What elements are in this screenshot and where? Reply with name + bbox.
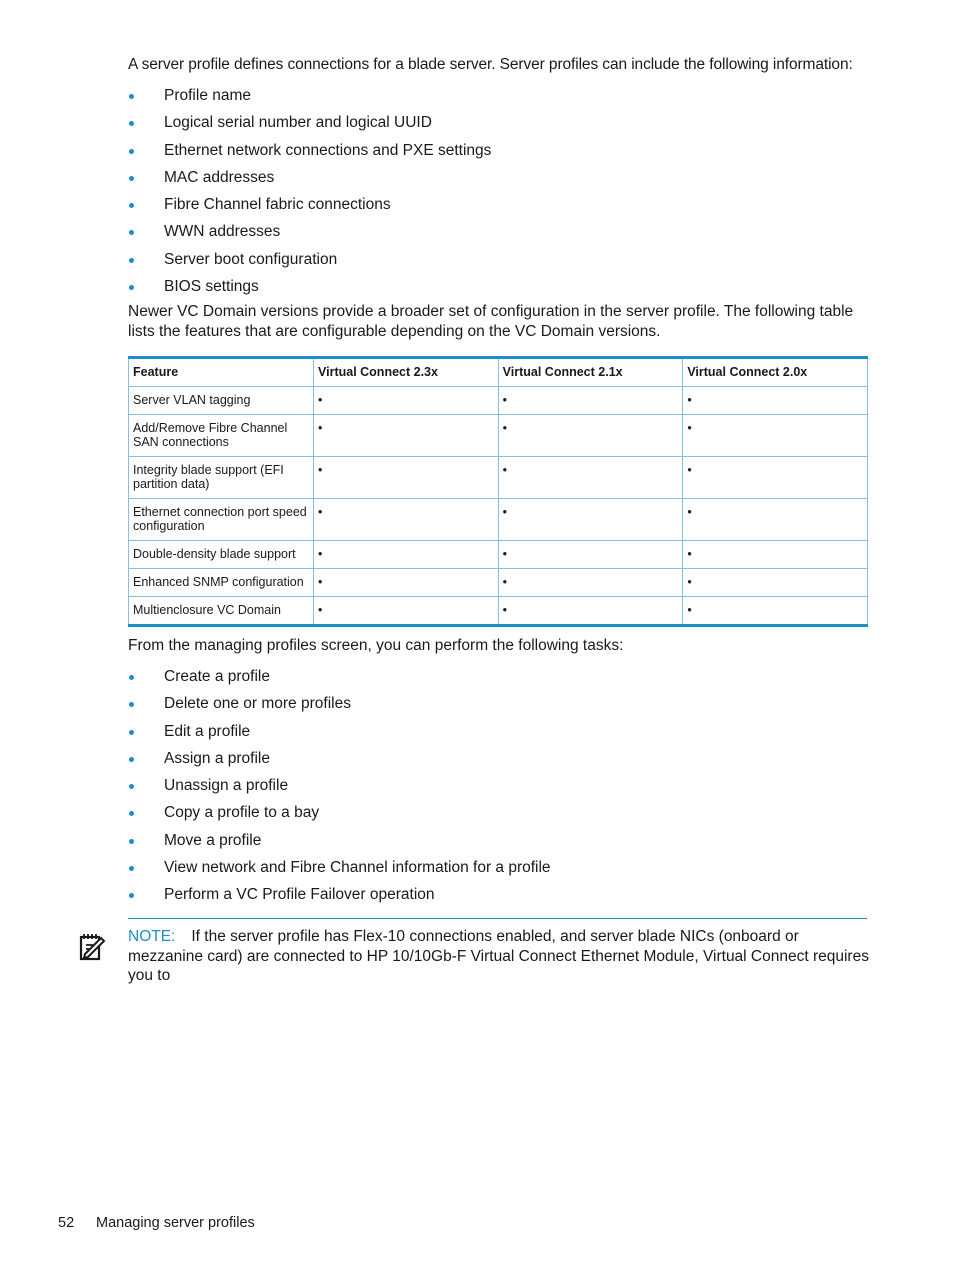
bullet-icon — [129, 702, 134, 708]
bullet-icon — [129, 148, 134, 154]
column-header: Feature — [128, 357, 314, 387]
profile-info-list: Profile name Logical serial number and l… — [128, 86, 491, 304]
bullet-icon — [129, 866, 134, 872]
list-item: MAC addresses — [128, 168, 491, 195]
column-header: Virtual Connect 2.1x — [497, 357, 684, 387]
feature-table: Feature Virtual Connect 2.3x Virtual Con… — [128, 356, 868, 627]
task-list: Create a profile Delete one or more prof… — [128, 667, 551, 913]
table-cell: • — [313, 596, 499, 626]
list-item: Ethernet network connections and PXE set… — [128, 141, 491, 168]
bullet-icon — [129, 838, 134, 844]
table-cell: Server VLAN tagging — [128, 386, 314, 415]
table-row: Add/Remove Fibre Channel SAN connections… — [128, 414, 868, 457]
list-item: WWN addresses — [128, 222, 491, 249]
table-cell: • — [497, 540, 684, 569]
bullet-icon — [129, 285, 134, 291]
bullet-icon — [129, 811, 134, 817]
table-row: Enhanced SNMP configuration • • • — [128, 568, 868, 597]
list-item: Move a profile — [128, 831, 551, 858]
bullet-icon — [129, 175, 134, 181]
bullet-icon — [129, 121, 134, 127]
list-item: Assign a profile — [128, 749, 551, 776]
table-cell: Double-density blade support — [128, 540, 314, 569]
bullet-icon — [129, 784, 134, 790]
table-cell: • — [313, 498, 499, 541]
note-divider — [128, 918, 867, 919]
bullet-icon — [129, 893, 134, 899]
footer-section-title: Managing server profiles — [96, 1215, 255, 1231]
table-row: Double-density blade support • • • — [128, 540, 868, 569]
list-item: Fibre Channel fabric connections — [128, 195, 491, 222]
table-cell: • — [497, 414, 684, 457]
table-cell: • — [682, 540, 868, 569]
page-footer: 52 Managing server profiles — [58, 1215, 255, 1231]
table-cell: • — [682, 386, 868, 415]
table-cell: • — [682, 568, 868, 597]
table-cell: Multienclosure VC Domain — [128, 596, 314, 626]
list-item: Unassign a profile — [128, 776, 551, 803]
column-header: Virtual Connect 2.3x — [313, 357, 499, 387]
bullet-icon — [129, 94, 134, 99]
table-cell: • — [682, 596, 868, 626]
list-item: Copy a profile to a bay — [128, 803, 551, 830]
list-item: Profile name — [128, 86, 491, 113]
table-row: Ethernet connection port speed configura… — [128, 498, 868, 541]
note-block: NOTE: If the server profile has Flex-10 c… — [128, 927, 870, 986]
list-item: BIOS settings — [128, 277, 491, 304]
table-cell: • — [497, 596, 684, 626]
table-cell: • — [682, 456, 868, 499]
bullet-icon — [129, 230, 134, 236]
note-label: NOTE: — [128, 928, 176, 945]
table-cell: • — [497, 498, 684, 541]
intro-paragraph: A server profile defines connections for… — [128, 56, 853, 73]
table-cell: • — [313, 414, 499, 457]
list-item: View network and Fibre Channel informati… — [128, 858, 551, 885]
table-row: Multienclosure VC Domain • • • — [128, 596, 868, 626]
tasks-intro: From the managing profiles screen, you c… — [128, 637, 624, 654]
table-row: Server VLAN tagging • • • — [128, 386, 868, 415]
note-pencil-icon — [79, 934, 106, 961]
bullet-icon — [129, 729, 134, 735]
table-cell: • — [313, 540, 499, 569]
list-item: Edit a profile — [128, 722, 551, 749]
table-cell: • — [682, 414, 868, 457]
list-item: Delete one or more profiles — [128, 694, 551, 721]
column-header: Virtual Connect 2.0x — [682, 357, 868, 387]
table-cell: Enhanced SNMP configuration — [128, 568, 314, 597]
table-cell: • — [682, 498, 868, 541]
list-item: Server boot configuration — [128, 250, 491, 277]
list-item: Create a profile — [128, 667, 551, 694]
note-text: If the server profile has Flex-10 connec… — [128, 928, 869, 984]
bullet-icon — [129, 756, 134, 762]
bullet-icon — [129, 257, 134, 263]
bullet-icon — [129, 675, 134, 680]
list-item: Logical serial number and logical UUID — [128, 113, 491, 140]
table-row: Integrity blade support (EFI partition d… — [128, 456, 868, 499]
bullet-icon — [129, 203, 134, 209]
table-header-row: Feature Virtual Connect 2.3x Virtual Con… — [128, 357, 868, 387]
table-cell: Ethernet connection port speed configura… — [128, 498, 314, 541]
table-cell: • — [313, 386, 499, 415]
list-item: Perform a VC Profile Failover operation — [128, 885, 551, 912]
table-cell: • — [497, 456, 684, 499]
table-cell: • — [313, 456, 499, 499]
versions-paragraph: Newer VC Domain versions provide a broad… — [128, 303, 854, 340]
table-cell: Integrity blade support (EFI partition d… — [128, 456, 314, 499]
table-cell: • — [497, 568, 684, 597]
page-number: 52 — [58, 1215, 75, 1231]
table-cell: Add/Remove Fibre Channel SAN connections — [128, 414, 314, 457]
table-cell: • — [313, 568, 499, 597]
table-cell: • — [497, 386, 684, 415]
